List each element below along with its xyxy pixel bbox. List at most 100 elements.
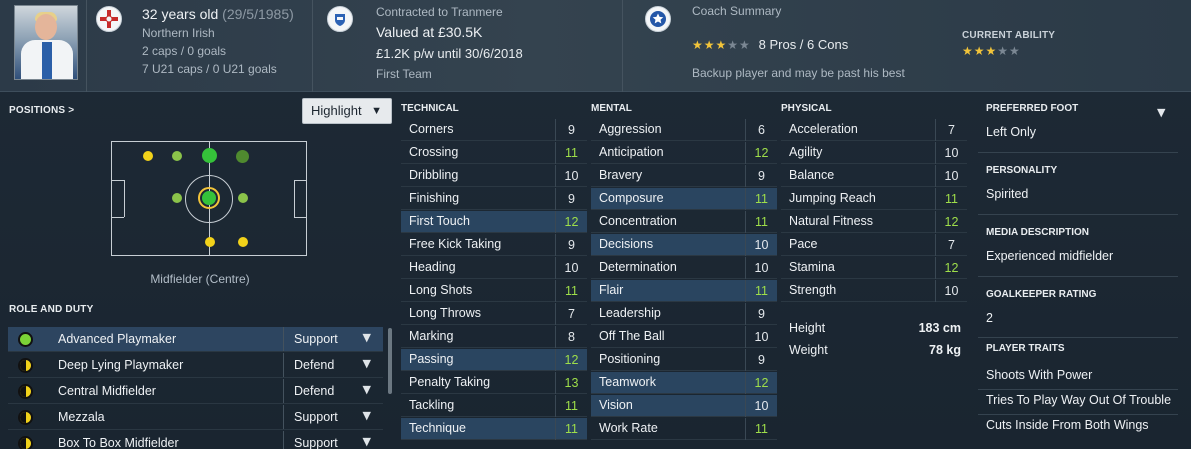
attribute-value: 9 bbox=[555, 234, 587, 256]
attribute-row[interactable]: Strength 10 bbox=[781, 280, 967, 302]
duty-dropdown[interactable]: Defend ▼ bbox=[283, 353, 383, 377]
attribute-row[interactable]: Tackling 11 bbox=[401, 395, 587, 417]
attribute-name: Jumping Reach bbox=[789, 191, 876, 205]
u21-caps: 7 U21 caps / 0 U21 goals bbox=[142, 62, 277, 76]
attribute-row[interactable]: Technique 11 bbox=[401, 418, 587, 440]
goalkeeper-rating: 2 bbox=[986, 311, 993, 325]
attribute-row[interactable]: First Touch 12 bbox=[401, 211, 587, 233]
attribute-value: 10 bbox=[745, 395, 777, 417]
attribute-row[interactable]: Stamina 12 bbox=[781, 257, 967, 279]
pros-cons[interactable]: 8 Pros / 6 Cons bbox=[759, 37, 849, 52]
attribute-row[interactable]: Pace 7 bbox=[781, 234, 967, 256]
attribute-row[interactable]: Natural Fitness 12 bbox=[781, 211, 967, 233]
header-divider bbox=[622, 0, 623, 92]
attribute-value: 12 bbox=[935, 257, 967, 279]
attribute-row[interactable]: Decisions 10 bbox=[591, 234, 777, 256]
attribute-row[interactable]: Heading 10 bbox=[401, 257, 587, 279]
attribute-name: Penalty Taking bbox=[409, 375, 491, 389]
attribute-row[interactable]: Agility 10 bbox=[781, 142, 967, 164]
attribute-value: 7 bbox=[555, 303, 587, 325]
attribute-row[interactable]: Balance 10 bbox=[781, 165, 967, 187]
attribute-row[interactable]: Free Kick Taking 9 bbox=[401, 234, 587, 256]
attribute-row[interactable]: Finishing 9 bbox=[401, 188, 587, 210]
attribute-row[interactable]: Teamwork 12 bbox=[591, 372, 777, 394]
role-suitability-icon bbox=[18, 358, 33, 373]
attribute-name: Bravery bbox=[599, 168, 643, 182]
role-row[interactable]: Mezzala Support ▼ bbox=[8, 405, 383, 430]
attribute-row[interactable]: Bravery 9 bbox=[591, 165, 777, 187]
attribute-name: Pace bbox=[789, 237, 818, 251]
attribute-value: 8 bbox=[555, 326, 587, 348]
height-row: Height 183 cm bbox=[789, 321, 961, 335]
role-name: Advanced Playmaker bbox=[58, 332, 177, 346]
role-row[interactable]: Box To Box Midfielder Support ▼ bbox=[8, 431, 383, 449]
attribute-value: 10 bbox=[935, 280, 967, 302]
weight-row: Weight 78 kg bbox=[789, 343, 961, 357]
attribute-name: Acceleration bbox=[789, 122, 858, 136]
attribute-row[interactable]: Passing 12 bbox=[401, 349, 587, 371]
attribute-name: Determination bbox=[599, 260, 677, 274]
chevron-down-icon[interactable]: ▼ bbox=[1157, 106, 1165, 119]
role-name: Box To Box Midfielder bbox=[58, 436, 179, 449]
attribute-row[interactable]: Jumping Reach 11 bbox=[781, 188, 967, 210]
attribute-name: Passing bbox=[409, 352, 454, 366]
attribute-row[interactable]: Long Shots 11 bbox=[401, 280, 587, 302]
attribute-value: 12 bbox=[745, 372, 777, 394]
attribute-row[interactable]: Long Throws 7 bbox=[401, 303, 587, 325]
club-badge-icon[interactable] bbox=[327, 6, 353, 32]
player-trait: Cuts Inside From Both Wings bbox=[986, 418, 1149, 432]
attribute-row[interactable]: Leadership 9 bbox=[591, 303, 777, 325]
duty-dropdown[interactable]: Support ▼ bbox=[283, 405, 383, 429]
attribute-row[interactable]: Flair 11 bbox=[591, 280, 777, 302]
attribute-value: 13 bbox=[555, 372, 587, 394]
attribute-value: 11 bbox=[745, 280, 777, 302]
attribute-row[interactable]: Acceleration 7 bbox=[781, 119, 967, 141]
role-row[interactable]: Central Midfielder Defend ▼ bbox=[8, 379, 383, 404]
attribute-row[interactable]: Work Rate 11 bbox=[591, 418, 777, 440]
attribute-row[interactable]: Off The Ball 10 bbox=[591, 326, 777, 348]
coach-summary-title: Coach Summary bbox=[692, 4, 782, 18]
attribute-value: 9 bbox=[555, 119, 587, 141]
attribute-value: 11 bbox=[555, 142, 587, 164]
attribute-name: Natural Fitness bbox=[789, 214, 874, 228]
attribute-row[interactable]: Corners 9 bbox=[401, 119, 587, 141]
attribute-row[interactable]: Marking 8 bbox=[401, 326, 587, 348]
attribute-value: 9 bbox=[745, 303, 777, 325]
attribute-row[interactable]: Crossing 11 bbox=[401, 142, 587, 164]
nationality: Northern Irish bbox=[142, 26, 215, 40]
duty-dropdown[interactable]: Defend ▼ bbox=[283, 379, 383, 403]
position-pitch bbox=[111, 141, 307, 256]
caps: 2 caps / 0 goals bbox=[142, 44, 227, 58]
attribute-row[interactable]: Anticipation 12 bbox=[591, 142, 777, 164]
attribute-name: Dribbling bbox=[409, 168, 459, 182]
attribute-name: Finishing bbox=[409, 191, 460, 205]
attribute-row[interactable]: Vision 10 bbox=[591, 395, 777, 417]
attribute-name: Long Throws bbox=[409, 306, 482, 320]
positions-link[interactable]: POSITIONS > bbox=[9, 105, 74, 116]
attribute-row[interactable]: Dribbling 10 bbox=[401, 165, 587, 187]
position-dot bbox=[172, 193, 182, 203]
attribute-row[interactable]: Concentration 11 bbox=[591, 211, 777, 233]
divider bbox=[978, 152, 1178, 153]
attribute-row[interactable]: Determination 10 bbox=[591, 257, 777, 279]
role-row[interactable]: Deep Lying Playmaker Defend ▼ bbox=[8, 353, 383, 378]
duty-dropdown[interactable]: Support ▼ bbox=[283, 431, 383, 449]
role-row[interactable]: Advanced Playmaker Support ▼ bbox=[8, 327, 383, 352]
header-divider bbox=[86, 0, 87, 92]
highlight-dropdown[interactable]: Highlight ▼ bbox=[302, 98, 392, 124]
attribute-name: Work Rate bbox=[599, 421, 658, 435]
attribute-row[interactable]: Aggression 6 bbox=[591, 119, 777, 141]
duty-dropdown[interactable]: Support ▼ bbox=[283, 327, 383, 351]
attribute-row[interactable]: Composure 11 bbox=[591, 188, 777, 210]
contract-label[interactable]: Contracted to Tranmere bbox=[376, 5, 503, 19]
attribute-row[interactable]: Penalty Taking 13 bbox=[401, 372, 587, 394]
attribute-name: Crossing bbox=[409, 145, 459, 159]
position-dot-natural bbox=[202, 191, 216, 205]
player-age: 32 years old (29/5/1985) bbox=[142, 6, 294, 22]
attribute-row[interactable]: Positioning 9 bbox=[591, 349, 777, 371]
goalkeeper-rating-label: GOALKEEPER RATING bbox=[986, 289, 1097, 300]
chevron-down-icon: ▼ bbox=[362, 331, 371, 344]
role-list-scrollbar[interactable] bbox=[388, 328, 392, 394]
role-suitability-icon bbox=[18, 332, 33, 347]
attribute-value: 11 bbox=[555, 280, 587, 302]
